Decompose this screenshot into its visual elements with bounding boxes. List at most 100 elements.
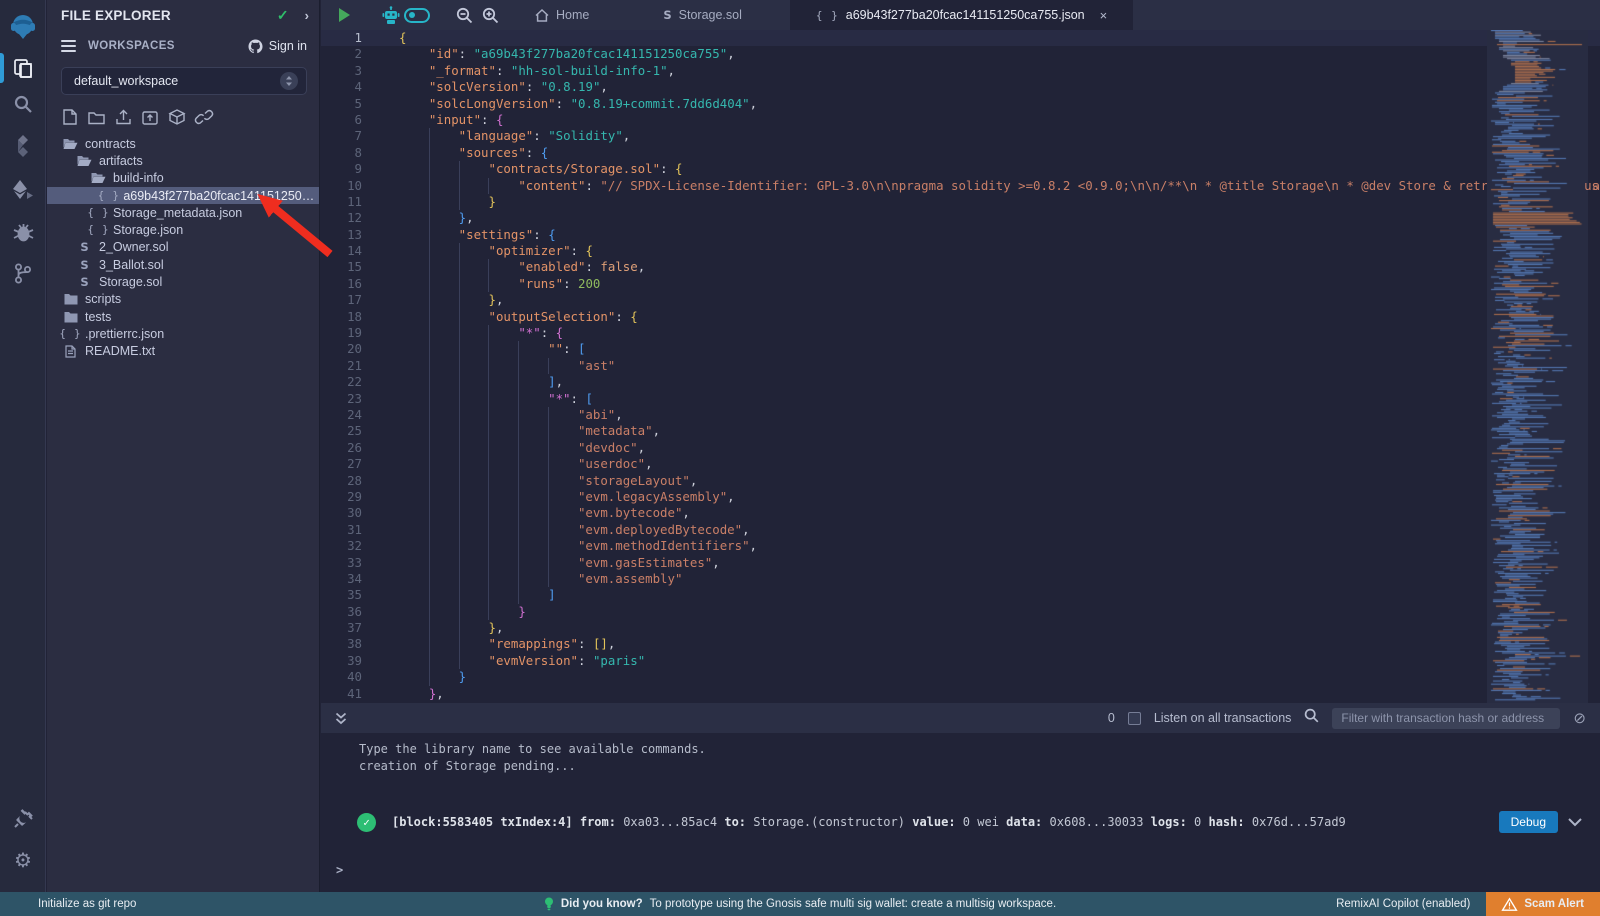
code-line[interactable]: 8"sources": { — [321, 145, 1600, 161]
tree-item[interactable]: contracts — [47, 135, 319, 152]
tree-item[interactable]: artifacts — [47, 152, 319, 169]
tree-item[interactable]: S3_Ballot.sol — [47, 256, 319, 273]
terminal-search-icon[interactable] — [1304, 708, 1319, 728]
code-line[interactable]: 2"id": "a69b43f277ba20fcac141151250ca755… — [321, 46, 1600, 62]
code-line[interactable]: 32"evm.methodIdentifiers", — [321, 538, 1600, 554]
expand-tx-icon[interactable] — [1568, 815, 1582, 829]
tree-item[interactable]: { }Storage.json — [47, 221, 319, 238]
solidity-compiler-icon[interactable] — [0, 128, 46, 164]
file-explorer-icon[interactable] — [0, 50, 46, 86]
code-line[interactable]: 16"runs": 200 — [321, 276, 1600, 292]
code-line[interactable]: 36} — [321, 604, 1600, 620]
search-icon[interactable] — [0, 86, 46, 122]
code-line[interactable]: 38"remappings": [], — [321, 636, 1600, 652]
listen-checkbox[interactable] — [1128, 712, 1141, 725]
sign-in-button[interactable]: Sign in — [248, 39, 307, 53]
code-line[interactable]: 22], — [321, 374, 1600, 390]
collapse-terminal-icon[interactable] — [335, 712, 347, 725]
code-line[interactable]: 24"abi", — [321, 407, 1600, 423]
code-line[interactable]: 41}, — [321, 686, 1600, 702]
code-line[interactable]: 40} — [321, 669, 1600, 685]
code-line[interactable]: 4"solcVersion": "0.8.19", — [321, 79, 1600, 95]
debugger-icon[interactable] — [0, 214, 46, 250]
code-line[interactable]: 1{ — [321, 30, 1600, 46]
terminal-prompt[interactable]: > — [321, 863, 1600, 877]
collapse-panel-icon[interactable]: › — [305, 8, 309, 23]
code-line[interactable]: 10"content": "// SPDX-License-Identifier… — [321, 178, 1600, 194]
file-icon — [63, 345, 78, 358]
code-line[interactable]: 15"enabled": false, — [321, 259, 1600, 275]
tab-build-info-json[interactable]: { } a69b43f277ba20fcac141151250ca755.jso… — [790, 0, 1133, 30]
tree-item[interactable]: scripts — [47, 291, 319, 308]
code-line[interactable]: 28"storageLayout", — [321, 473, 1600, 489]
code-line[interactable]: 14"optimizer": { — [321, 243, 1600, 259]
tree-item[interactable]: { }.prettierrc.json — [47, 325, 319, 342]
workspaces-menu-icon[interactable] — [61, 37, 76, 55]
publish-gist-icon[interactable] — [169, 109, 185, 125]
code-line[interactable]: 21"ast" — [321, 358, 1600, 374]
code-line[interactable]: 11} — [321, 194, 1600, 210]
code-line[interactable]: 17}, — [321, 292, 1600, 308]
code-editor[interactable]: 1{2"id": "a69b43f277ba20fcac141151250ca7… — [321, 30, 1600, 703]
remix-logo-icon[interactable] — [0, 4, 45, 50]
code-line[interactable]: 25"metadata", — [321, 423, 1600, 439]
code-line[interactable]: 19"*": { — [321, 325, 1600, 341]
tab-storage-sol[interactable]: S Storage.sol — [637, 0, 768, 30]
deploy-run-icon[interactable] — [0, 172, 46, 208]
tree-item[interactable]: SStorage.sol — [47, 273, 319, 290]
debug-button[interactable]: Debug — [1499, 811, 1558, 833]
zoom-in-icon[interactable] — [477, 0, 503, 30]
code-line[interactable]: 30"evm.bytecode", — [321, 505, 1600, 521]
code-line[interactable]: 31"evm.deployedBytecode", — [321, 522, 1600, 538]
minimap[interactable] — [1487, 30, 1588, 703]
copilot-status: RemixAI Copilot (enabled) — [1336, 898, 1470, 910]
workspace-sort-icon[interactable] — [280, 72, 298, 90]
code-line[interactable]: 37}, — [321, 620, 1600, 636]
code-line[interactable]: 26"devdoc", — [321, 440, 1600, 456]
upload-folder-icon[interactable] — [142, 110, 158, 125]
link-icon[interactable] — [196, 110, 213, 124]
transaction-row[interactable]: ✓ [block:5583405 txIndex:4] from: 0xa03.… — [321, 811, 1600, 833]
tab-home[interactable]: Home — [509, 0, 615, 30]
workspace-select[interactable]: default_workspace — [61, 67, 307, 95]
plugin-manager-icon[interactable] — [0, 800, 46, 836]
tree-item[interactable]: S2_Owner.sol — [47, 239, 319, 256]
code-line[interactable]: 18"outputSelection": { — [321, 309, 1600, 325]
tree-item[interactable]: { }Storage_metadata.json — [47, 204, 319, 221]
ai-copilot-icon[interactable] — [378, 0, 404, 30]
code-line[interactable]: 13"settings": { — [321, 227, 1600, 243]
upload-file-icon[interactable] — [116, 109, 131, 125]
tree-item[interactable]: build-info — [47, 170, 319, 187]
code-line[interactable]: 39"evmVersion": "paris" — [321, 653, 1600, 669]
run-script-button[interactable] — [331, 0, 357, 30]
tree-item[interactable]: README.txt — [47, 343, 319, 360]
create-file-icon[interactable] — [63, 109, 77, 125]
scam-alert-badge[interactable]: Scam Alert — [1486, 892, 1600, 916]
code-line[interactable]: 5"solcLongVersion": "0.8.19+commit.7dd6d… — [321, 96, 1600, 112]
code-line[interactable]: 12}, — [321, 210, 1600, 226]
code-line[interactable]: 9"contracts/Storage.sol": { — [321, 161, 1600, 177]
code-line[interactable]: 20"": [ — [321, 341, 1600, 357]
tree-item[interactable]: { }a69b43f277ba20fcac141151250ca7... — [47, 187, 319, 204]
remix-ide-window: ⚙ FILE EXPLORER ✓ › WORKSPACES Sign in d… — [0, 0, 1600, 916]
create-folder-icon[interactable] — [88, 110, 105, 125]
filter-input[interactable] — [1332, 708, 1560, 729]
code-line[interactable]: 29"evm.legacyAssembly", — [321, 489, 1600, 505]
tree-item[interactable]: tests — [47, 308, 319, 325]
git-init-button[interactable]: Initialize as git repo — [0, 898, 136, 910]
code-line[interactable]: 27"userdoc", — [321, 456, 1600, 472]
github-icon — [248, 39, 263, 53]
code-line[interactable]: 23"*": [ — [321, 391, 1600, 407]
copilot-toggle[interactable] — [404, 0, 430, 30]
close-tab-icon[interactable]: × — [1100, 8, 1108, 23]
code-line[interactable]: 34"evm.assembly" — [321, 571, 1600, 587]
code-line[interactable]: 3"_format": "hh-sol-build-info-1", — [321, 63, 1600, 79]
code-line[interactable]: 6"input": { — [321, 112, 1600, 128]
git-icon[interactable] — [0, 255, 46, 291]
code-line[interactable]: 35] — [321, 587, 1600, 603]
zoom-out-icon[interactable] — [451, 0, 477, 30]
code-line[interactable]: 7"language": "Solidity", — [321, 128, 1600, 144]
settings-gear-icon[interactable]: ⚙ — [0, 842, 46, 878]
code-line[interactable]: 33"evm.gasEstimates", — [321, 555, 1600, 571]
clear-console-icon[interactable]: ⊘ — [1573, 709, 1586, 727]
